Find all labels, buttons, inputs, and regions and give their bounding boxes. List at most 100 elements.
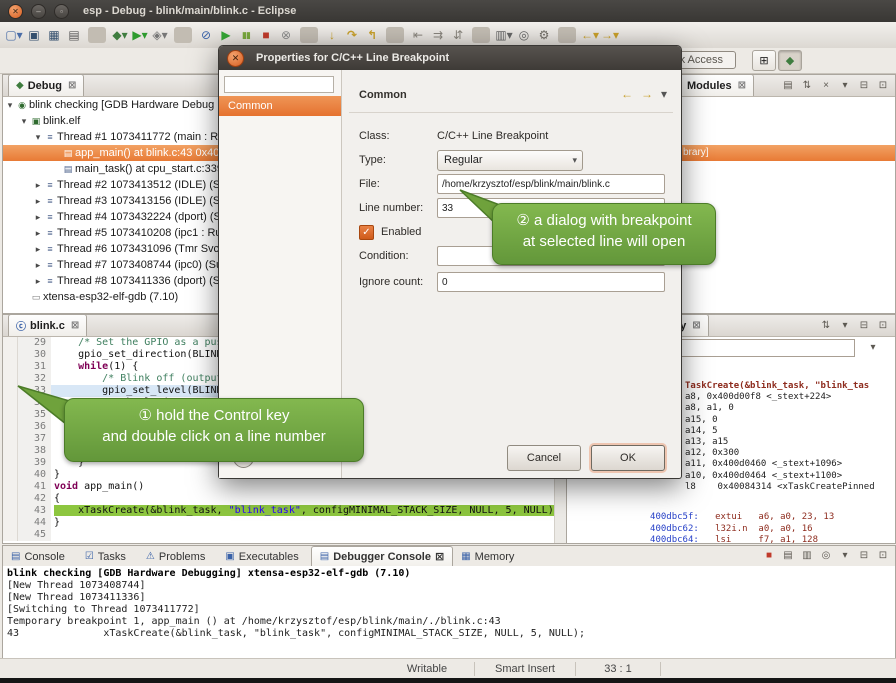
disconnect-icon[interactable]: ⊗ <box>277 26 295 44</box>
console-tab[interactable]: ▤ Debugger Console ⊠ <box>311 546 453 566</box>
open-perspective-icon[interactable]: ⊞ <box>752 50 776 71</box>
new-console-icon[interactable]: ▥▾ <box>495 26 513 44</box>
code-line[interactable]: 43 xTaskCreate(&blink_task, "blink_task"… <box>3 505 567 517</box>
annotation-ruler[interactable] <box>3 517 18 529</box>
line-number[interactable]: 31 <box>18 361 51 373</box>
tab-blink-c[interactable]: ⓒ blink.c ⊠ <box>8 314 87 336</box>
code-line[interactable]: 45 <box>3 529 567 541</box>
type-select[interactable]: Regular ▾ <box>437 150 583 171</box>
suspend-icon[interactable]: ▮▮ <box>237 26 255 44</box>
separator[interactable] <box>300 27 318 43</box>
console-tab[interactable]: ☑ Tasks <box>77 547 138 566</box>
window-minimize-button[interactable]: – <box>31 4 46 19</box>
line-number[interactable]: 45 <box>18 529 51 541</box>
ignore-count-input[interactable] <box>437 272 665 292</box>
line-number[interactable]: 30 <box>18 349 51 361</box>
console-output[interactable]: blink checking [GDB Hardware Debugging] … <box>3 566 895 658</box>
disassembly-line[interactable]: a12, 0x300 <box>685 448 739 458</box>
annotation-ruler[interactable] <box>3 457 18 469</box>
tab-modules[interactable]: Modules ⊠ <box>679 74 754 96</box>
separator[interactable] <box>558 27 576 43</box>
close-icon[interactable]: ⊠ <box>435 550 444 563</box>
minimize-icon[interactable]: ⊟ <box>856 548 872 563</box>
line-number[interactable]: 39 <box>18 457 51 469</box>
ok-button[interactable]: OK <box>591 445 665 471</box>
minimize-icon[interactable]: ⊟ <box>856 318 872 333</box>
code-line[interactable]: 42 { <box>3 493 567 505</box>
close-icon[interactable]: ⊠ <box>68 80 76 91</box>
disassembly-line[interactable]: a11, 0x400d0460 <_stext+1096> <box>685 459 842 469</box>
line-number[interactable]: 41 <box>18 481 51 493</box>
forward-icon[interactable]: → <box>641 87 653 101</box>
pin-icon[interactable]: ◎ <box>515 26 533 44</box>
new-wizard-icon[interactable]: ▢▾ <box>5 26 23 44</box>
disassembly-line[interactable]: l8 0x40084314 <xTaskCreatePinned <box>685 482 875 492</box>
disassembly-line[interactable]: a15, 0 <box>685 415 718 425</box>
twistie-icon[interactable]: ▸ <box>33 257 43 273</box>
annotation-ruler[interactable] <box>3 337 18 349</box>
skip-breakpoints-icon[interactable]: ⊘ <box>197 26 215 44</box>
annotation-ruler[interactable] <box>3 529 18 541</box>
separator[interactable] <box>88 27 106 43</box>
annotation-ruler[interactable] <box>3 361 18 373</box>
twistie-icon[interactable]: ▸ <box>33 193 43 209</box>
separator[interactable] <box>472 27 490 43</box>
line-number[interactable]: 42 <box>18 493 51 505</box>
twistie-icon[interactable]: ▸ <box>33 209 43 225</box>
twistie-icon[interactable]: ▸ <box>33 225 43 241</box>
chevron-down-icon[interactable]: ▾ <box>865 340 881 355</box>
disassembly-line[interactable]: a8, a1, 0 <box>685 403 734 413</box>
console-tab[interactable]: ▤ Console <box>3 547 77 566</box>
annotation-ruler[interactable] <box>3 493 18 505</box>
run-icon[interactable]: ▶▾ <box>131 26 149 44</box>
terminate-icon[interactable]: ■ <box>257 26 275 44</box>
print-icon[interactable]: ▤ <box>65 26 83 44</box>
annotation-ruler[interactable] <box>3 349 18 361</box>
twistie-icon[interactable]: ▾ <box>5 97 15 113</box>
step-filters-icon[interactable]: ⇵ <box>449 26 467 44</box>
disassembly-line[interactable]: a14, 5 <box>685 426 718 436</box>
refresh-icon[interactable]: ⇅ <box>799 78 815 93</box>
step-return-icon[interactable]: ↰ <box>363 26 381 44</box>
line-number[interactable]: 44 <box>18 517 51 529</box>
save-icon[interactable]: ▣ <box>25 26 43 44</box>
debug-icon[interactable]: ◆▾ <box>111 26 129 44</box>
cancel-button[interactable]: Cancel <box>507 445 581 471</box>
minimize-icon[interactable]: ⊟ <box>856 78 872 93</box>
tab-debug[interactable]: ◆ Debug ⊠ <box>8 74 84 96</box>
window-close-button[interactable]: ✕ <box>8 4 23 19</box>
twistie-icon[interactable]: ▸ <box>33 241 43 257</box>
step-into-icon[interactable]: ↓ <box>323 26 341 44</box>
dialog-titlebar[interactable]: ✕ Properties for C/C++ Line Breakpoint <box>219 46 681 70</box>
dialog-close-button[interactable]: ✕ <box>227 50 244 67</box>
separator[interactable] <box>386 27 404 43</box>
sidebar-item-common[interactable]: Common <box>219 96 341 116</box>
twistie-icon[interactable]: ▾ <box>19 113 29 129</box>
disassembly-line[interactable]: TaskCreate(&blink_task, "blink_tas <box>685 381 869 391</box>
close-icon[interactable]: ⊠ <box>692 320 700 331</box>
disassembly-line[interactable]: a8, 0x400d00f8 <_stext+224> <box>685 392 831 402</box>
line-number[interactable]: 40 <box>18 469 51 481</box>
terminate-icon[interactable]: ■ <box>761 548 777 563</box>
maximize-icon[interactable]: ⊡ <box>875 548 891 563</box>
forward-icon[interactable]: →▾ <box>601 26 619 44</box>
line-number[interactable]: 29 <box>18 337 51 349</box>
console-tab[interactable]: ▣ Executables <box>217 547 310 566</box>
filter-input[interactable] <box>224 76 334 93</box>
gear-icon[interactable]: ⚙ <box>535 26 553 44</box>
close-view-icon[interactable]: × <box>818 78 834 93</box>
line-number[interactable]: 37 <box>18 433 51 445</box>
enabled-checkb ox[interactable]: ✓ <box>359 225 374 240</box>
twistie-icon[interactable]: ▸ <box>33 177 43 193</box>
console-tab[interactable]: ⚠ Problems <box>138 547 217 566</box>
twistie-icon[interactable]: ▸ <box>33 273 43 289</box>
clear-console-icon[interactable]: ▤ <box>780 548 796 563</box>
instruction-stepping-icon[interactable]: ⇉ <box>429 26 447 44</box>
external-tools-icon[interactable]: ◈▾ <box>151 26 169 44</box>
back-icon[interactable]: ←▾ <box>581 26 599 44</box>
sync-icon[interactable]: ⇅ <box>818 318 834 333</box>
debug-perspective-icon[interactable]: ◆ <box>778 50 802 71</box>
pin-console-icon[interactable]: ◎ <box>818 548 834 563</box>
scroll-lock-icon[interactable]: ▥ <box>799 548 815 563</box>
step-over-icon[interactable]: ↷ <box>343 26 361 44</box>
